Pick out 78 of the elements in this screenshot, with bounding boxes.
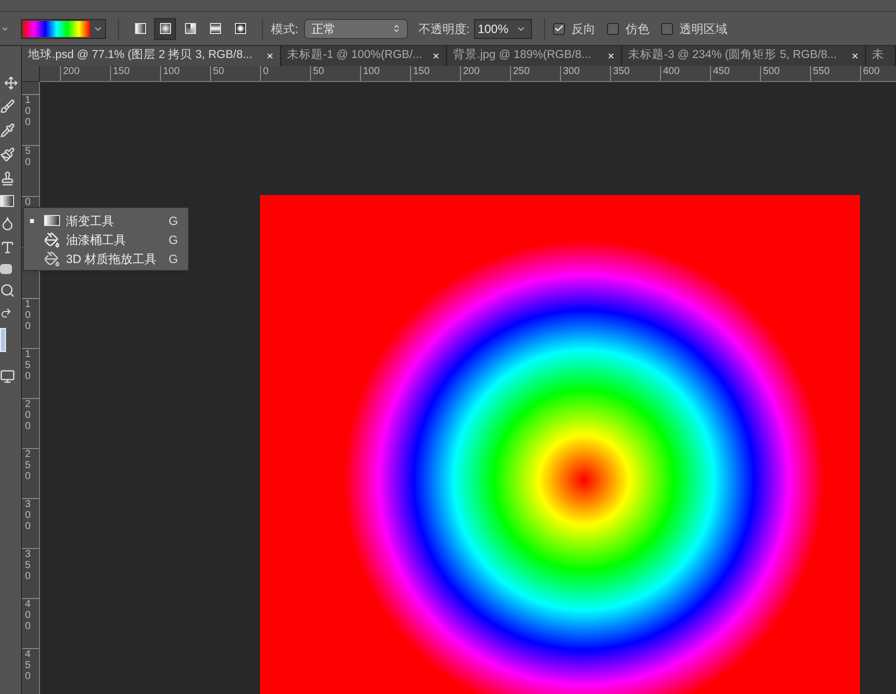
paint-bucket-icon — [44, 250, 60, 266]
shortcut-key: G — [168, 212, 178, 230]
stamp-tool-icon[interactable] — [0, 171, 15, 186]
checkbox[interactable] — [661, 22, 674, 34]
ruler-label: 300 — [25, 499, 32, 532]
ruler-label: 600 — [863, 66, 880, 77]
blur-tool-icon[interactable] — [0, 216, 15, 231]
flyout-menu-item[interactable]: 3D 材质拖放工具 G — [24, 249, 188, 268]
eyedropper-tool-icon[interactable] — [0, 123, 15, 138]
ruler-label: 200 — [25, 399, 32, 432]
ruler-label: 450 — [713, 66, 730, 77]
menu-item-label: 油漆桶工具 — [66, 232, 127, 248]
ruler-label: 0 — [25, 197, 32, 208]
ruler-label: 200 — [463, 66, 480, 77]
selected-marker — [30, 218, 34, 222]
ruler-label: 50 — [25, 146, 32, 168]
ruler-label: 0 — [263, 66, 269, 77]
gradient-type-button[interactable] — [154, 18, 176, 40]
move-tool-icon[interactable] — [4, 76, 18, 90]
menu-item-label: 3D 材质拖放工具 — [66, 250, 158, 268]
ruler-label: 550 — [813, 66, 830, 77]
diamond-gradient-icon — [234, 23, 246, 34]
gradient-swatch — [23, 20, 90, 36]
flyout-menu-item[interactable]: 渐变工具 G — [24, 211, 188, 230]
shape-tool-icon[interactable] — [0, 264, 12, 274]
brush-tool-icon[interactable] — [0, 99, 15, 114]
close-icon[interactable] — [266, 52, 274, 60]
angle-gradient-icon — [184, 23, 196, 34]
dropdown-arrows-icon — [392, 24, 402, 33]
close-icon[interactable] — [607, 52, 615, 60]
zoom-tool-icon[interactable] — [0, 283, 15, 298]
ruler-label: 450 — [25, 649, 32, 682]
checkbox-label: 反向 — [571, 20, 596, 38]
ruler-label: 100 — [25, 95, 32, 128]
close-icon[interactable] — [432, 52, 440, 60]
ruler-label: 350 — [613, 66, 630, 77]
mode-label: 模式: — [271, 20, 298, 38]
ruler-label: 100 — [163, 66, 180, 77]
linear-gradient-icon — [134, 23, 146, 34]
type-tool-icon[interactable] — [0, 240, 15, 255]
opacity-field[interactable]: 100% — [474, 18, 532, 38]
menu-item-label: 渐变工具 — [66, 212, 115, 230]
opacity-label: 不透明度: — [418, 20, 470, 38]
radial-gradient-icon — [160, 23, 170, 34]
ruler-label: 400 — [25, 599, 32, 632]
paint-bucket-icon — [44, 232, 60, 248]
document-tab[interactable]: 地球.psd @ 77.1% (图层 2 拷贝 3, RGB/8... — [22, 46, 281, 66]
ruler-label: 400 — [663, 66, 680, 77]
foreground-color-swatch[interactable] — [0, 328, 6, 352]
rotate-tool-icon[interactable] — [0, 307, 12, 319]
checkbox[interactable] — [553, 22, 566, 34]
paintbrush-tool-icon[interactable] — [0, 147, 15, 162]
ruler-label: 200 — [63, 66, 80, 77]
flyout-menu-item[interactable]: 油漆桶工具 G — [24, 230, 188, 249]
ruler-label: 150 — [113, 66, 130, 77]
shortcut-key: G — [168, 250, 178, 268]
mode-dropdown[interactable]: 正常 — [304, 18, 408, 38]
shortcut-key: G — [168, 230, 178, 248]
ruler-label: 300 — [563, 66, 580, 77]
ruler-label: 500 — [763, 66, 780, 77]
ruler-label: 350 — [25, 549, 32, 582]
ruler-label: 250 — [513, 66, 530, 77]
gradient-tool-icon[interactable] — [0, 195, 14, 207]
ruler-label: 250 — [25, 449, 32, 482]
ruler-label: 150 — [413, 66, 430, 77]
gradient-picker[interactable] — [21, 18, 106, 38]
checkbox[interactable] — [607, 22, 620, 34]
ruler-label: 50 — [213, 66, 224, 77]
checkbox-label: 仿色 — [625, 20, 650, 38]
ruler-label: 100 — [363, 66, 380, 77]
ruler-label: 50 — [313, 66, 324, 77]
close-icon[interactable] — [851, 52, 859, 60]
checkbox-label: 透明区域 — [679, 20, 728, 38]
gradient-tool-icon — [44, 215, 60, 226]
ruler-label: 150 — [25, 349, 32, 382]
reflected-gradient-icon — [210, 23, 220, 34]
ruler-label: 100 — [25, 299, 32, 332]
screen-mode-icon[interactable] — [0, 369, 15, 384]
